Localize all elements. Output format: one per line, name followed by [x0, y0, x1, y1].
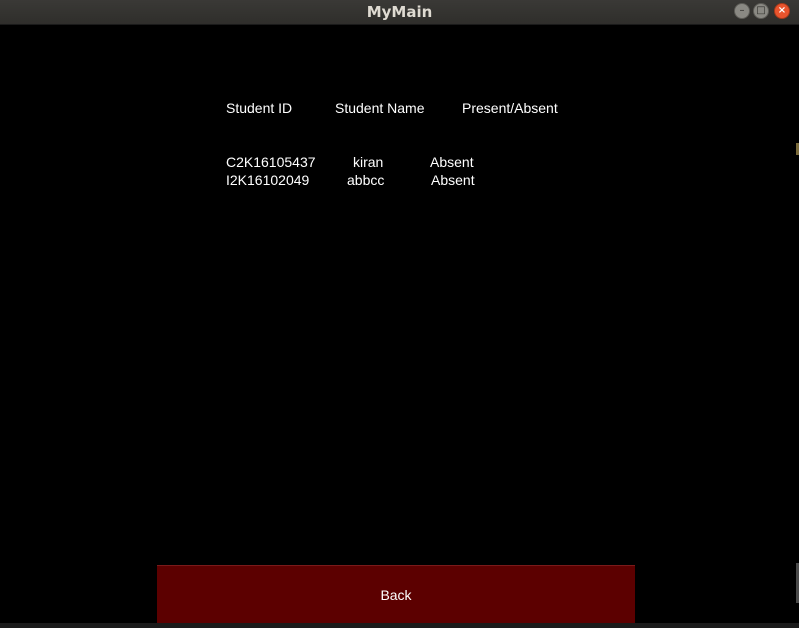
maximize-icon[interactable]: □: [753, 3, 769, 19]
cell-student-name: kiran: [353, 154, 384, 170]
title-bar[interactable]: MyMain – □ ×: [0, 0, 799, 25]
cell-student-name: abbcc: [347, 172, 385, 188]
back-button[interactable]: Back: [157, 565, 635, 623]
header-student-name: Student Name: [335, 100, 425, 116]
cell-student-id: C2K16105437: [226, 154, 316, 170]
close-icon[interactable]: ×: [774, 3, 790, 19]
cell-status: Absent: [430, 154, 474, 170]
window-title: MyMain: [366, 3, 433, 21]
cell-status: Absent: [431, 172, 475, 188]
bottom-border: [0, 623, 799, 628]
minimize-icon[interactable]: –: [734, 3, 750, 19]
header-present-absent: Present/Absent: [462, 100, 558, 116]
app-window: MyMain – □ × Student ID Student Name Pre…: [0, 0, 799, 628]
header-student-id: Student ID: [226, 100, 293, 116]
main-content: Student ID Student Name Present/Absent C…: [0, 25, 799, 628]
cell-student-id: I2K16102049: [226, 172, 310, 188]
